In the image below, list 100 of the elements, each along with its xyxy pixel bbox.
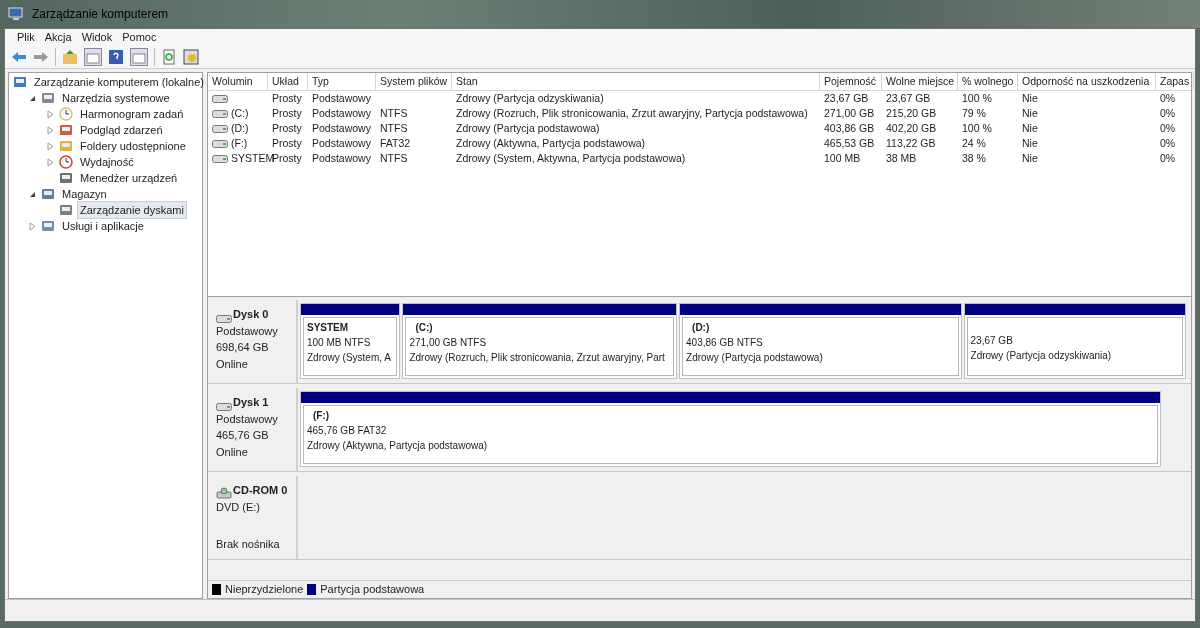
disk-type: Podstawowy bbox=[216, 411, 279, 427]
window-title: Zarządzanie komputerem bbox=[32, 6, 169, 23]
menu-item[interactable]: Akcja bbox=[40, 28, 76, 46]
column-header[interactable]: Typ bbox=[308, 73, 376, 90]
partition-size: 100 MB NTFS bbox=[307, 336, 372, 350]
partition-block[interactable]: (C:) 271,00 GB NTFS Zdrowy (Rozruch, Plik stronicowania, Zrzut awaryjny, Part bbox=[405, 317, 675, 376]
legend-label: Partycja podstawowa bbox=[320, 582, 425, 598]
pane-toggle-icon[interactable] bbox=[130, 47, 148, 66]
table-cell-text: (D:) bbox=[231, 120, 249, 136]
menu-item[interactable]: Plik bbox=[13, 28, 39, 46]
disk-name: CD-ROM 0 bbox=[233, 483, 288, 498]
table-cell-text: 271,00 GB bbox=[824, 105, 875, 121]
menu-item[interactable]: Pomoc bbox=[118, 28, 161, 46]
column-header[interactable]: Wolne miejsce bbox=[882, 73, 958, 90]
table-cell-text: 113,22 GB bbox=[886, 135, 936, 151]
table-cell-text: 0% bbox=[1160, 90, 1176, 106]
collapsed-arrow-icon[interactable] bbox=[28, 221, 36, 231]
disk-status: Online bbox=[216, 356, 249, 372]
table-cell-text: 0% bbox=[1160, 120, 1176, 136]
disk-name: Dysk 0 bbox=[233, 307, 269, 322]
table-cell-text: Zdrowy (Partycja podstawowa) bbox=[456, 120, 600, 136]
disk-size: 698,64 GB bbox=[216, 340, 270, 355]
hard-drive-icon bbox=[212, 94, 228, 103]
table-cell-text: Nie bbox=[1022, 135, 1038, 151]
partition-size: 403,86 GB NTFS bbox=[686, 336, 764, 350]
hard-drive-icon bbox=[216, 402, 232, 411]
clock-icon bbox=[59, 107, 73, 121]
table-cell-text: Nie bbox=[1022, 105, 1038, 121]
table-cell-text: NTFS bbox=[380, 150, 408, 166]
partition-status: Zdrowy (Rozruch, Plik stronicowania, Zrzut awaryjny, Part bbox=[409, 351, 666, 365]
table-cell-text: Prosty bbox=[272, 105, 302, 121]
column-header[interactable]: System plików bbox=[376, 73, 452, 90]
table-cell-text: Prosty bbox=[272, 120, 302, 136]
partition-size: 23,67 GB bbox=[970, 334, 1014, 348]
table-cell-text: 0% bbox=[1160, 135, 1176, 151]
back-arrow-icon[interactable] bbox=[11, 50, 27, 63]
table-cell-text: Prosty bbox=[272, 150, 302, 166]
table-cell-text: Zdrowy (Partycja odzyskiwania) bbox=[456, 90, 604, 106]
column-header[interactable]: Odporność na uszkodzenia bbox=[1018, 73, 1156, 90]
cd-drive-icon bbox=[216, 486, 232, 499]
table-cell-text: SYSTEM bbox=[231, 150, 275, 166]
expanded-arrow-icon[interactable] bbox=[28, 94, 36, 102]
collapsed-arrow-icon[interactable] bbox=[46, 109, 54, 119]
table-cell-text: Podstawowy bbox=[312, 105, 371, 121]
partition-status: Zdrowy (Partycja podstawowa) bbox=[686, 351, 824, 365]
partition-status: Zdrowy (System, A bbox=[307, 351, 392, 365]
folder-up-icon[interactable] bbox=[62, 48, 78, 65]
table-cell-text: Nie bbox=[1022, 150, 1038, 166]
table-cell-text: 100 MB bbox=[824, 150, 861, 166]
table-cell-text: Prosty bbox=[272, 90, 302, 106]
table-cell-text: 38 MB bbox=[886, 150, 917, 166]
tree-item[interactable]: Zarządzanie dyskami bbox=[77, 200, 187, 220]
table-cell-text: Podstawowy bbox=[312, 120, 371, 136]
collapsed-arrow-icon[interactable] bbox=[46, 157, 54, 167]
collapsed-arrow-icon[interactable] bbox=[46, 125, 54, 135]
table-cell-text: 0% bbox=[1160, 105, 1176, 121]
column-header[interactable]: Stan bbox=[452, 73, 820, 90]
disk-status: Online bbox=[216, 444, 249, 460]
table-cell-text: 402,20 GB bbox=[886, 120, 937, 136]
column-header[interactable]: % wolnego bbox=[958, 73, 1018, 90]
table-cell-text: 100 % bbox=[962, 120, 992, 136]
column-header[interactable]: Układ bbox=[268, 73, 308, 90]
partition-block[interactable]: (F:) 465,76 GB FAT32 Zdrowy (Aktywna, Partycja podstawowa) bbox=[303, 405, 1158, 464]
partition-block[interactable]: SYSTEM 100 MB NTFS Zdrowy (System, A bbox=[303, 317, 398, 376]
partition-label: (F:) bbox=[312, 409, 331, 423]
table-cell-text: NTFS bbox=[380, 105, 408, 121]
column-header[interactable]: Pojemność bbox=[820, 73, 882, 90]
table-cell-text: 0% bbox=[1160, 150, 1176, 166]
table-cell-text: FAT32 bbox=[380, 135, 411, 151]
column-header[interactable]: Zapas bbox=[1156, 73, 1194, 90]
disk-name: Dysk 1 bbox=[233, 395, 269, 410]
table-cell-text: 24 % bbox=[962, 135, 986, 151]
column-header[interactable]: Wolumin bbox=[208, 73, 268, 90]
partition-label: (D:) bbox=[691, 321, 711, 335]
table-cell-text: Nie bbox=[1022, 120, 1038, 136]
partition-size: 465,76 GB FAT32 bbox=[307, 424, 388, 438]
table-cell-text: Podstawowy bbox=[312, 135, 371, 151]
table-cell-text: 100 % bbox=[962, 90, 992, 106]
table-cell-text: 465,53 GB bbox=[824, 135, 875, 151]
hard-drive-icon bbox=[212, 124, 228, 133]
partition-block[interactable]: 23,67 GB Zdrowy (Partycja odzyskiwania) bbox=[966, 317, 1183, 376]
partition-block[interactable]: (D:) 403,86 GB NTFS Zdrowy (Partycja podstawowa) bbox=[682, 317, 959, 376]
partition-status: Zdrowy (Aktywna, Partycja podstawowa) bbox=[307, 439, 489, 453]
menu-item[interactable]: Widok bbox=[77, 28, 117, 46]
table-cell-text: Zdrowy (Rozruch, Plik stronicowania, Zrzut awaryjny, Partycja podstawowa) bbox=[456, 105, 808, 121]
table-cell-text: 403,86 GB bbox=[824, 120, 875, 136]
expanded-arrow-icon[interactable] bbox=[28, 190, 36, 198]
table-cell-text: (F:) bbox=[231, 135, 248, 151]
table-cell-text: 38 % bbox=[962, 150, 986, 166]
disk-size: 465,76 GB bbox=[216, 428, 270, 443]
pane-toggle-icon[interactable] bbox=[84, 47, 102, 66]
table-cell-text: Prosty bbox=[272, 135, 302, 151]
forward-arrow-icon[interactable] bbox=[33, 50, 49, 63]
help-icon[interactable] bbox=[108, 48, 124, 65]
collapsed-arrow-icon[interactable] bbox=[46, 141, 54, 151]
table-cell-text: Zdrowy (System, Aktywna, Partycja podstawowa) bbox=[456, 150, 686, 166]
table-cell-text: 79 % bbox=[962, 105, 986, 121]
disk-type: DVD (E:) bbox=[216, 499, 261, 515]
disk-type: Podstawowy bbox=[216, 323, 279, 339]
hard-drive-icon bbox=[212, 139, 228, 148]
